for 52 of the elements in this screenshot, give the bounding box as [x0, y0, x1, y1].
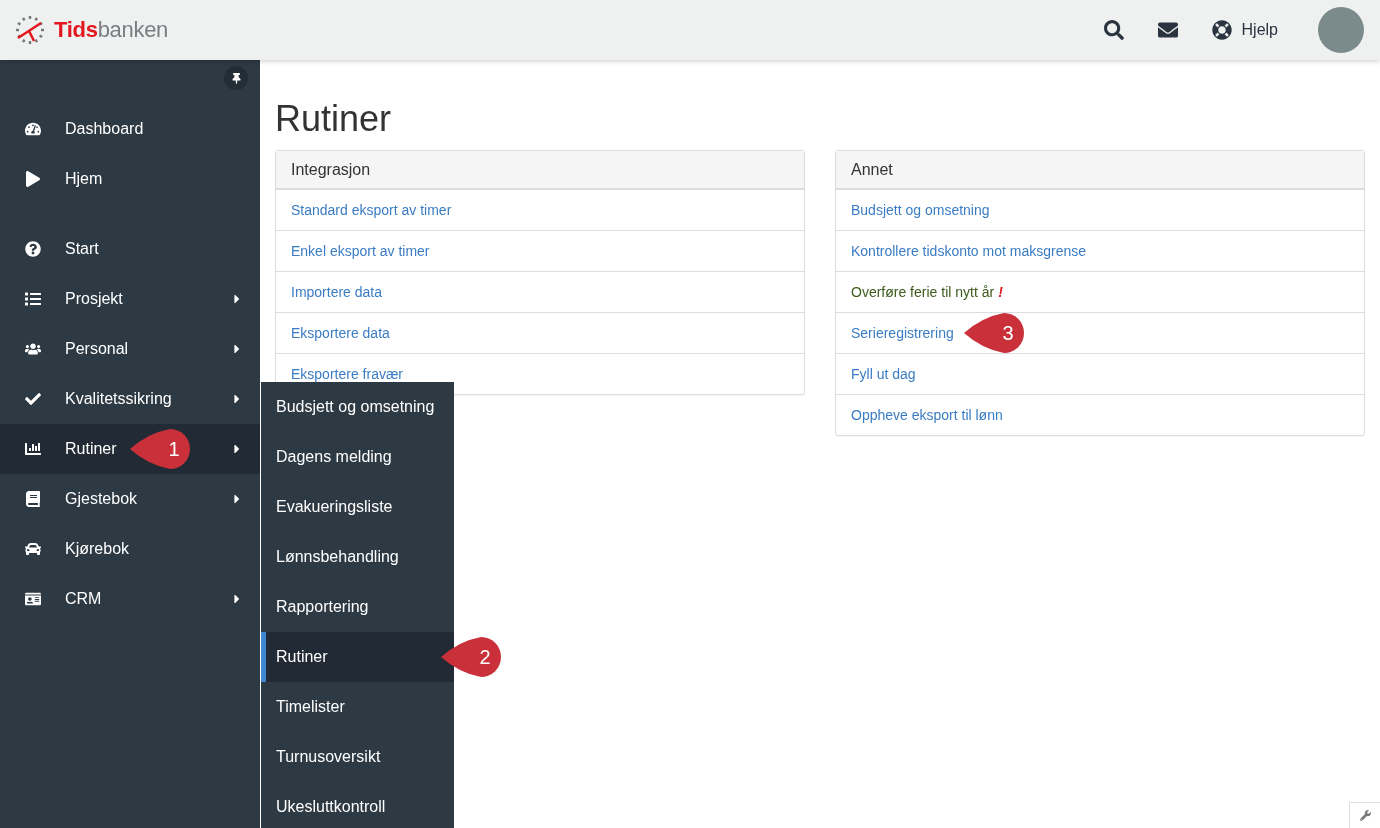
warning-mark: ! — [998, 284, 1003, 300]
routine-link[interactable]: Enkel eksport av timer — [291, 243, 430, 259]
routine-link[interactable]: Oppheve eksport til lønn — [851, 407, 1003, 423]
submenu-item[interactable]: Timelister — [261, 682, 454, 732]
sidebar-item[interactable]: Personal — [0, 324, 260, 374]
submenu-item[interactable]: Evakueringsliste — [261, 482, 454, 532]
sidebar-item[interactable]: Start — [0, 224, 260, 274]
routine-link[interactable]: Budsjett og omsetning — [851, 202, 990, 218]
gauge-icon — [25, 121, 41, 137]
lifebuoy-icon — [1211, 20, 1232, 40]
wrench-icon[interactable] — [1349, 802, 1380, 828]
submenu-item[interactable]: Dagens melding — [261, 432, 454, 482]
sidebar-item[interactable]: Dashboard — [0, 104, 260, 154]
check-icon — [25, 391, 41, 407]
submenu-item[interactable]: Ukesluttkontroll — [261, 782, 454, 828]
routine-link[interactable]: Serieregistrering — [851, 325, 954, 341]
routine-link[interactable]: Fyll ut dag — [851, 366, 916, 382]
people-icon — [25, 341, 41, 357]
book-icon — [25, 491, 41, 507]
sidebar-item[interactable]: Prosjekt — [0, 274, 260, 324]
clock-logo-icon — [14, 14, 46, 46]
play-icon — [25, 171, 41, 187]
id-card-icon — [25, 591, 41, 607]
routine-link[interactable]: Standard eksport av timer — [291, 202, 452, 218]
list-icon — [25, 291, 41, 307]
panel-title: Annet — [836, 151, 1364, 189]
avatar[interactable] — [1318, 7, 1364, 53]
logo-text: Tidsbanken — [54, 17, 169, 43]
submenu-item[interactable]: Lønnsbehandling — [261, 532, 454, 582]
routine-link[interactable]: Importere data — [291, 284, 383, 300]
sidebar-item[interactable]: Rutiner 1 — [0, 424, 260, 474]
sidebar-item[interactable]: CRM — [0, 574, 260, 624]
sidebar-item[interactable]: Gjestebok — [0, 474, 260, 524]
page-title: Rutiner — [275, 98, 393, 140]
question-icon — [25, 241, 41, 257]
sidebar-item[interactable]: Kjørebok — [0, 524, 260, 574]
pin-icon — [230, 72, 242, 84]
routine-link[interactable]: Kontrollere tidskonto mot maksgrense — [851, 243, 1086, 259]
routine-link[interactable]: Eksportere fravær — [291, 366, 404, 382]
bar-chart-icon — [25, 441, 41, 457]
routine-text: Overføre ferie til nytt år — [851, 284, 995, 300]
sidebar-item[interactable]: Hjem — [0, 154, 260, 204]
help-button[interactable]: Hjelp — [1205, 14, 1284, 46]
submenu-item[interactable]: Turnusoversikt — [261, 732, 454, 782]
submenu-item[interactable]: Budsjett og omsetning — [261, 382, 454, 432]
submenu-item[interactable]: Rutiner — [261, 632, 454, 682]
submenu-item[interactable]: Rapportering — [261, 582, 454, 632]
panel-title: Integrasjon — [276, 151, 804, 189]
car-icon — [25, 541, 41, 557]
pin-button[interactable] — [224, 66, 248, 90]
routine-link[interactable]: Eksportere data — [291, 325, 390, 341]
sidebar-item[interactable]: Kvalitetssikring — [0, 374, 260, 424]
